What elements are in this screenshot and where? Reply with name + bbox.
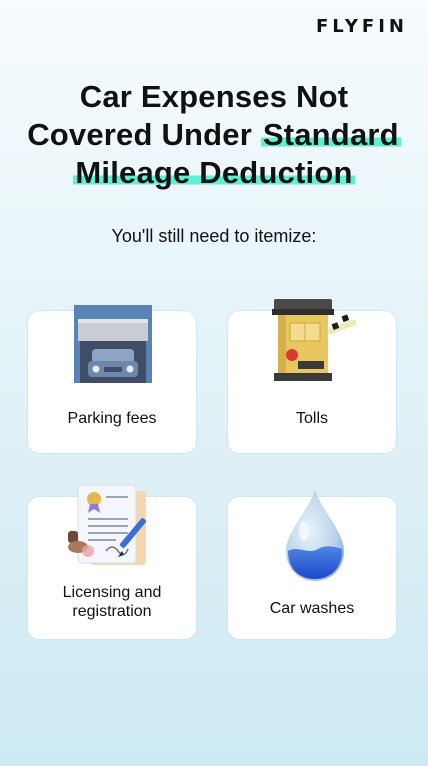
water-drop-icon bbox=[286, 489, 344, 581]
title-line-2: Covered Under Standard bbox=[0, 116, 428, 154]
card-label-licensing-line-2: registration bbox=[72, 603, 152, 620]
subtitle: You'll still need to itemize: bbox=[111, 226, 317, 246]
card-licensing-registration: Licensing and registration bbox=[27, 484, 197, 640]
title-line-1: Car Expenses Not bbox=[79, 79, 349, 114]
page-title: Car Expenses Not Covered Under Standard … bbox=[0, 78, 428, 192]
card-label-parking-fees: Parking fees bbox=[67, 410, 157, 427]
card-label-car-washes: Car washes bbox=[269, 600, 355, 617]
parking-garage-icon bbox=[74, 305, 152, 383]
card-tolls: Tolls bbox=[227, 299, 397, 454]
toll-booth-icon bbox=[272, 299, 357, 381]
certificate-document-icon bbox=[68, 484, 147, 565]
card-car-washes: Car washes bbox=[227, 489, 397, 640]
card-label-tolls: Tolls bbox=[295, 410, 328, 427]
brand-logo: FLYFIN bbox=[315, 16, 408, 37]
title-line-3: Mileage Deduction bbox=[0, 154, 428, 192]
card-parking-fees: Parking fees bbox=[27, 305, 197, 454]
title-highlight-standard: Standard bbox=[260, 117, 401, 152]
card-label-licensing-line-1: Licensing and bbox=[62, 584, 162, 601]
card-label-licensing: Licensing and registration bbox=[28, 583, 196, 621]
title-highlight-mileage: Mileage Deduction bbox=[73, 155, 355, 190]
title-line-2-text: Covered Under bbox=[27, 117, 261, 152]
